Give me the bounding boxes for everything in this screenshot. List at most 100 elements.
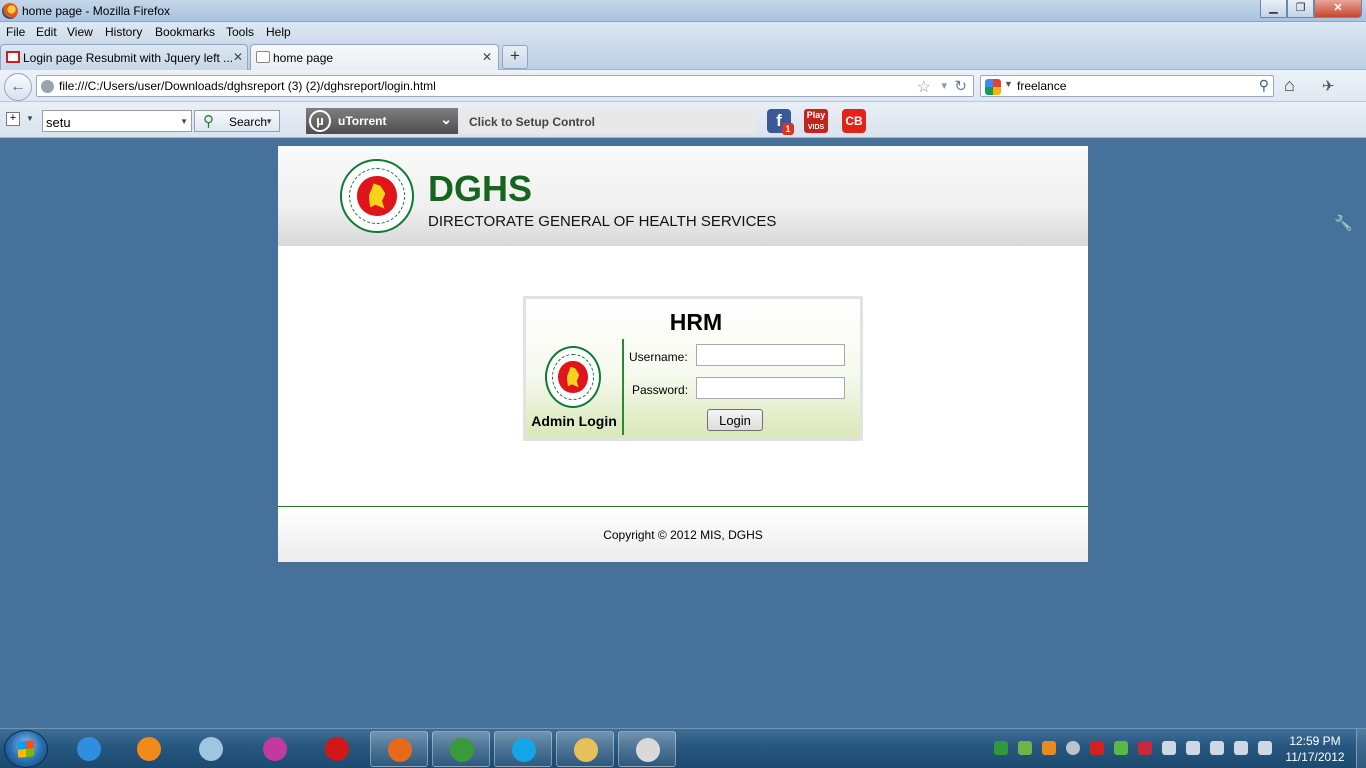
page-header: DGHS DIRECTORATE GENERAL OF HEALTH SERVI…: [278, 146, 1088, 246]
menu-tools[interactable]: Tools: [226, 25, 254, 39]
taskbar-button[interactable]: [120, 731, 178, 767]
window-title: home page - Mozilla Firefox: [22, 4, 171, 18]
bookmark-star-icon[interactable]: ☆: [917, 77, 931, 97]
menu-bookmarks[interactable]: Bookmarks: [155, 25, 215, 39]
divider: [622, 339, 624, 435]
antivirus-tray-icon[interactable]: [1138, 741, 1152, 755]
app-tray-icon[interactable]: [1042, 741, 1056, 755]
firefox-icon: [388, 738, 412, 762]
toolbar-search-button[interactable]: ⚲ Search ▼: [194, 110, 280, 132]
back-button[interactable]: ←: [4, 73, 32, 101]
menu-file[interactable]: File: [6, 25, 25, 39]
taskbar-button[interactable]: [618, 731, 676, 767]
facebook-icon[interactable]: f1: [767, 109, 794, 135]
media-player-icon: [137, 737, 161, 761]
menu-view[interactable]: View: [67, 25, 93, 39]
wrench-icon[interactable]: 🔧: [1334, 214, 1353, 232]
close-tab-icon[interactable]: ✕: [482, 50, 492, 64]
signal-icon[interactable]: [1210, 741, 1224, 755]
page-footer: Copyright © 2012 MIS, DGHS: [278, 507, 1088, 562]
close-tab-icon[interactable]: ✕: [233, 50, 243, 64]
url-bar[interactable]: file:///C:/Users/user/Downloads/dghsrepo…: [36, 75, 974, 97]
taskbar-button[interactable]: [246, 731, 304, 767]
clock-date: 11/17/2012: [1285, 750, 1345, 764]
chevron-down-icon[interactable]: ▼: [1004, 79, 1013, 89]
url-text: file:///C:/Users/user/Downloads/dghsrepo…: [59, 79, 436, 93]
clock-time: 12:59 PM: [1289, 734, 1341, 748]
taskbar-button[interactable]: [494, 731, 552, 767]
home-icon[interactable]: ⌂: [1284, 75, 1295, 96]
play-vids-icon[interactable]: Play VIDS: [804, 109, 828, 133]
utorrent-button[interactable]: µ uTorrent ⌄: [306, 108, 458, 134]
chevron-down-icon[interactable]: ▼: [26, 114, 34, 123]
flag-icon[interactable]: [1258, 741, 1272, 755]
close-window-button[interactable]: ✕: [1314, 0, 1362, 18]
taskbar-button[interactable]: [308, 731, 366, 767]
brand-title: DGHS: [428, 168, 533, 209]
opera-icon: [325, 737, 349, 761]
taskbar-button[interactable]: [432, 731, 490, 767]
show-desktop-button[interactable]: [1356, 729, 1366, 768]
chrome-icon: [450, 738, 474, 762]
taskbar-button[interactable]: [60, 731, 118, 767]
security-tray-icon[interactable]: [1114, 741, 1128, 755]
navigation-bar: ← file:///C:/Users/user/Downloads/dghsre…: [0, 70, 1366, 102]
menu-history[interactable]: History: [105, 25, 142, 39]
add-icon[interactable]: +: [6, 112, 20, 126]
search-icon[interactable]: ⚲: [1259, 77, 1269, 94]
chevron-down-icon[interactable]: ▼: [180, 117, 188, 126]
search-icon: ⚲: [203, 113, 214, 130]
display-icon[interactable]: [1186, 741, 1200, 755]
reload-icon[interactable]: ↻: [954, 77, 967, 95]
utorrent-tray-icon[interactable]: [994, 741, 1008, 755]
internet-explorer-icon: [77, 737, 101, 761]
window-controls: ▁ ❐ ✕: [1260, 0, 1362, 18]
menu-edit[interactable]: Edit: [36, 25, 57, 39]
taskbar-button[interactable]: [182, 731, 240, 767]
volume-icon[interactable]: [1162, 741, 1176, 755]
new-tab-button[interactable]: +: [502, 45, 528, 69]
maximize-button[interactable]: ❐: [1287, 0, 1314, 18]
toolbar-search-input[interactable]: setu ▼: [42, 110, 192, 132]
chevron-down-icon[interactable]: ⌄: [440, 111, 452, 128]
tab-strip: Login page Resubmit with Jquery left ...…: [0, 42, 1366, 70]
login-form: HRM Admin Login Username: Password: Logi…: [523, 296, 863, 441]
web-search-bar[interactable]: ▼ freelance ⚲: [980, 75, 1274, 97]
chevron-down-icon[interactable]: ▼: [265, 117, 273, 126]
system-clock[interactable]: 12:59 PM 11/17/2012: [1280, 733, 1350, 765]
cb-icon[interactable]: CB: [842, 109, 866, 133]
blank-page-icon: [256, 51, 270, 63]
toolbar-search-value: setu: [46, 115, 71, 130]
tab-label: Login page Resubmit with Jquery left ...: [23, 51, 234, 65]
login-title: HRM: [669, 309, 723, 335]
tab-gmail[interactable]: Login page Resubmit with Jquery left ...…: [0, 44, 248, 70]
google-icon[interactable]: [985, 79, 1001, 95]
wand-icon: [263, 737, 287, 761]
login-button[interactable]: Login: [707, 409, 763, 431]
password-input[interactable]: [696, 377, 845, 399]
brand-subtitle: DIRECTORATE GENERAL OF HEALTH SERVICES: [428, 213, 777, 230]
start-button[interactable]: [4, 730, 48, 768]
paint-icon: [636, 738, 660, 762]
web-search-query: freelance: [1017, 79, 1067, 93]
taskbar-button[interactable]: [556, 731, 614, 767]
power-icon[interactable]: [1234, 741, 1248, 755]
username-label: Username:: [629, 350, 688, 364]
play-label: Play: [806, 110, 826, 120]
chat-tray-icon[interactable]: [1066, 741, 1080, 755]
setup-control-button[interactable]: Click to Setup Control: [460, 108, 756, 134]
explorer-folder-icon: [574, 738, 598, 762]
acrobat-tray-icon[interactable]: [1090, 741, 1104, 755]
globe-icon: [41, 80, 54, 93]
addon-icon[interactable]: ✈: [1322, 77, 1335, 95]
username-input[interactable]: [696, 344, 845, 366]
password-label: Password:: [632, 383, 689, 397]
tab-home-page[interactable]: home page ✕: [250, 44, 499, 70]
chevron-down-icon[interactable]: ▾: [941, 79, 947, 92]
taskbar-button[interactable]: [370, 731, 428, 767]
minimize-button[interactable]: ▁: [1260, 0, 1287, 18]
network-tray-icon[interactable]: [1018, 741, 1032, 755]
skype-icon: [512, 738, 536, 762]
menu-help[interactable]: Help: [266, 25, 291, 39]
firefox-icon: [2, 3, 18, 19]
